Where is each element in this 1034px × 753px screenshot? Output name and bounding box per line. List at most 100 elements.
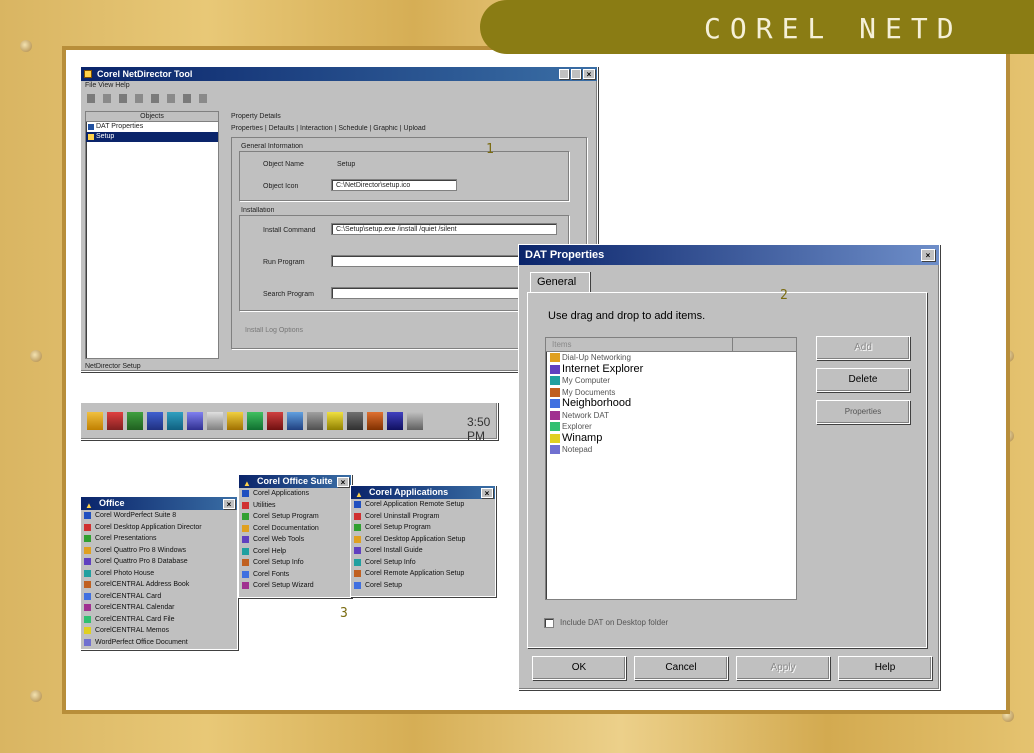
tools-icon[interactable] bbox=[387, 412, 403, 430]
menu-item[interactable]: Corel Setup Program bbox=[239, 511, 351, 523]
menu-item[interactable]: Corel Web Tools bbox=[239, 534, 351, 546]
menu-item[interactable]: Corel Quattro Pro 8 Windows bbox=[81, 545, 237, 557]
maximize-button[interactable] bbox=[571, 69, 581, 79]
add-button[interactable]: Add bbox=[816, 336, 910, 360]
object-tree[interactable]: Objects DAT Properties Setup bbox=[85, 111, 219, 359]
menubar[interactable]: File View Help bbox=[81, 81, 597, 91]
menu-item[interactable]: WordPerfect Office Document bbox=[81, 637, 237, 649]
help-button[interactable]: Help bbox=[838, 656, 932, 680]
menu-item[interactable]: Corel Quattro Pro 8 Database bbox=[81, 556, 237, 568]
list-item[interactable]: Internet Explorer bbox=[546, 363, 796, 376]
list-item[interactable]: Network DAT bbox=[546, 410, 796, 422]
menu-item[interactable]: Corel Desktop Application Setup bbox=[351, 534, 495, 546]
paradox-icon[interactable] bbox=[167, 412, 183, 430]
menu-close-button[interactable]: × bbox=[481, 488, 493, 498]
copy-icon[interactable] bbox=[151, 94, 159, 103]
menu-item[interactable]: Utilities bbox=[239, 500, 351, 512]
menu-item[interactable]: CorelCENTRAL Calendar bbox=[81, 602, 237, 614]
list-item-label: Dial-Up Networking bbox=[562, 353, 631, 362]
paste-icon[interactable] bbox=[167, 94, 175, 103]
menu-item[interactable]: Corel Help bbox=[239, 546, 351, 558]
install-command-field[interactable]: C:\Setup\setup.exe /install /quiet /sile… bbox=[331, 223, 557, 235]
close-button[interactable]: × bbox=[583, 69, 595, 79]
menu-item[interactable]: Corel Documentation bbox=[239, 523, 351, 535]
menu-item[interactable]: Corel Setup bbox=[351, 580, 495, 592]
menu-item-icon bbox=[84, 512, 91, 519]
banner-title: COREL NETD bbox=[704, 12, 963, 45]
list-item[interactable]: Notepad bbox=[546, 444, 796, 456]
settings-icon[interactable] bbox=[347, 412, 363, 430]
menu-item[interactable]: Corel Application Remote Setup bbox=[351, 499, 495, 511]
new-icon[interactable] bbox=[87, 94, 95, 103]
dialog-titlebar[interactable]: DAT Properties × bbox=[519, 245, 939, 265]
menu-item[interactable]: Corel Fonts bbox=[239, 569, 351, 581]
menu-item-icon bbox=[242, 570, 249, 578]
menu-item[interactable]: Corel Setup Info bbox=[351, 557, 495, 569]
save-icon[interactable] bbox=[119, 94, 127, 103]
menu-item-label: CorelCENTRAL Memos bbox=[95, 627, 170, 634]
memo-icon[interactable] bbox=[247, 412, 263, 430]
menu-item[interactable]: CorelCENTRAL Card bbox=[81, 591, 237, 603]
open-icon[interactable] bbox=[103, 94, 111, 103]
tree-item-label: Setup bbox=[96, 133, 115, 140]
menu-item[interactable]: CorelCENTRAL Memos bbox=[81, 625, 237, 637]
menu-item[interactable]: Corel Photo House bbox=[81, 568, 237, 580]
list-header[interactable]: Items bbox=[546, 338, 796, 352]
font-icon[interactable] bbox=[367, 412, 383, 430]
cancel-button[interactable]: Cancel bbox=[634, 656, 728, 680]
wordperfect-icon[interactable] bbox=[107, 412, 123, 430]
central-icon[interactable] bbox=[187, 412, 203, 430]
menu-item[interactable]: Corel Setup Info bbox=[239, 557, 351, 569]
cut-icon[interactable] bbox=[135, 94, 143, 103]
help-icon[interactable] bbox=[199, 94, 207, 103]
menu-item-icon bbox=[354, 512, 361, 520]
menu-close-button[interactable]: × bbox=[337, 477, 349, 487]
tab-general[interactable]: General bbox=[530, 272, 590, 292]
menu-item[interactable]: Corel Install Guide bbox=[351, 545, 495, 557]
list-item[interactable]: My Computer bbox=[546, 375, 796, 387]
pencil-icon[interactable] bbox=[327, 412, 343, 430]
include-checkbox[interactable] bbox=[544, 618, 554, 628]
menu-item[interactable]: CorelCENTRAL Address Book bbox=[81, 579, 237, 591]
printer-icon[interactable] bbox=[307, 412, 323, 430]
property-tabs[interactable]: Properties | Defaults | Interaction | Sc… bbox=[231, 125, 426, 132]
dat-items-list[interactable]: Items Dial-Up Networking Internet Explore… bbox=[545, 337, 797, 600]
menu-item[interactable]: Corel Remote Application Setup bbox=[351, 568, 495, 580]
menu-item[interactable]: Corel WordPerfect Suite 8 bbox=[81, 510, 237, 522]
list-item[interactable]: Neighborhood bbox=[546, 398, 796, 410]
menu-item[interactable]: Corel Applications bbox=[239, 488, 351, 500]
menu-item[interactable]: Corel Setup Wizard bbox=[239, 580, 351, 592]
menu-item[interactable]: Corel Setup Program bbox=[351, 522, 495, 534]
menu-item-icon bbox=[354, 547, 361, 554]
netscape-icon[interactable] bbox=[287, 412, 303, 430]
applications-menu-items: Corel Application Remote Setup Corel Unin… bbox=[351, 499, 495, 591]
dat-icon[interactable] bbox=[407, 412, 423, 430]
ok-button[interactable]: OK bbox=[532, 656, 626, 680]
menu-close-button[interactable]: × bbox=[223, 499, 235, 509]
delete-icon[interactable] bbox=[183, 94, 191, 103]
menu-item-icon bbox=[242, 559, 249, 566]
calendar-icon[interactable] bbox=[227, 412, 243, 430]
tree-item-selected[interactable]: Setup bbox=[86, 132, 218, 142]
dialog-close-button[interactable]: × bbox=[921, 249, 935, 261]
menu-item[interactable]: CorelCENTRAL Card File bbox=[81, 614, 237, 626]
properties-button[interactable]: Properties bbox=[816, 400, 910, 424]
menu-item[interactable]: Corel Uninstall Program bbox=[351, 511, 495, 523]
card-icon[interactable] bbox=[267, 412, 283, 430]
apply-button[interactable]: Apply bbox=[736, 656, 830, 680]
presentations-icon[interactable] bbox=[147, 412, 163, 430]
menu-item[interactable]: Corel Desktop Application Director bbox=[81, 522, 237, 534]
menu-item-icon bbox=[242, 513, 249, 520]
address-book-icon[interactable] bbox=[207, 412, 223, 430]
corel-launcher-icon[interactable] bbox=[87, 412, 103, 430]
object-icon-field[interactable]: C:\NetDirector\setup.ico bbox=[331, 179, 457, 191]
list-item[interactable]: Winamp bbox=[546, 432, 796, 445]
minimize-button[interactable] bbox=[559, 69, 569, 79]
delete-button[interactable]: Delete bbox=[816, 368, 910, 392]
menu-item-label: CorelCENTRAL Address Book bbox=[95, 581, 190, 588]
tree-item[interactable]: DAT Properties bbox=[86, 122, 218, 132]
warning-icon: ▲ bbox=[85, 501, 93, 510]
menu-item[interactable]: Corel Presentations bbox=[81, 533, 237, 545]
window-titlebar[interactable]: Corel NetDirector Tool × bbox=[81, 67, 597, 81]
quattro-icon[interactable] bbox=[127, 412, 143, 430]
